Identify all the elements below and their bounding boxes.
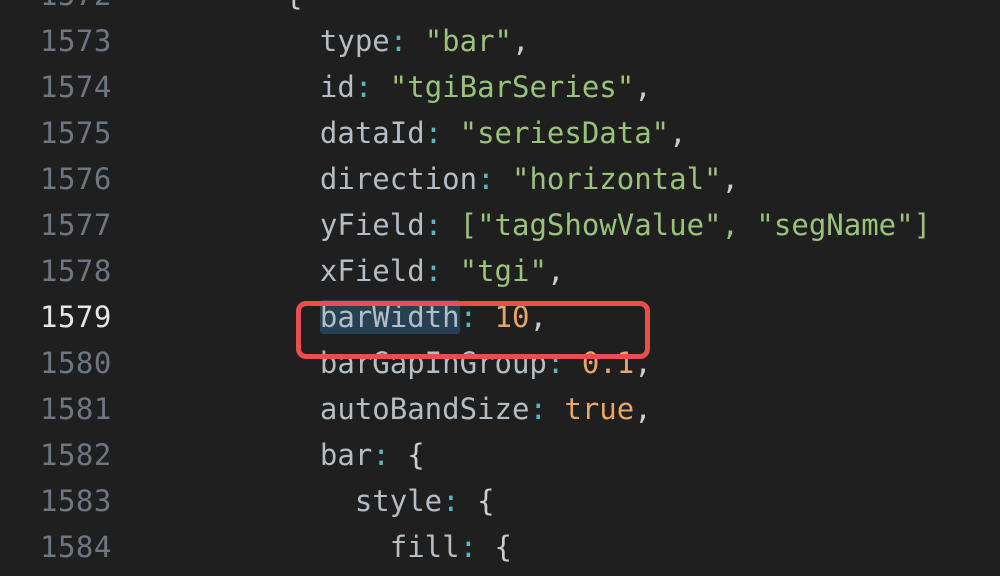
selected-property-key: barWidth (319, 300, 460, 334)
code-text: yField: ["tagShowValue", "segName"] (285, 202, 931, 248)
punctuation: , (634, 392, 652, 426)
property-key: autoBandSize (319, 392, 530, 426)
punctuation: , (634, 346, 652, 380)
line-number: 1575 (40, 116, 112, 150)
colon: : (459, 530, 478, 564)
code-text: fill: { (285, 524, 512, 570)
colon: : (477, 162, 495, 196)
line-number: 1580 (40, 346, 112, 380)
code-text: xField: "tgi", (285, 248, 564, 294)
line-number: 1573 (40, 24, 112, 58)
code-line[interactable]: 1583 style: { (0, 478, 1000, 524)
punctuation: { (477, 530, 512, 564)
property-key: dataId (319, 116, 425, 150)
code-text: { (285, 0, 302, 18)
property-value: "tgi" (459, 254, 547, 288)
colon: : (529, 392, 547, 426)
property-key: type (319, 24, 390, 58)
code-line[interactable]: 1582 bar: { (0, 432, 1000, 478)
colon: : (424, 254, 443, 288)
property-value: 0.1 (581, 346, 635, 380)
code-lines: 1572{1573 type: "bar",1574 id: "tgiBarSe… (0, 0, 1000, 570)
punctuation: , (546, 254, 565, 288)
colon: : (424, 208, 443, 242)
property-key: barGapInGroup (319, 346, 547, 380)
property-value: "horizontal" (512, 162, 722, 196)
code-text: barGapInGroup: 0.1, (285, 340, 652, 386)
property-key: xField (319, 254, 425, 288)
punctuation: { (459, 484, 495, 518)
colon: : (389, 24, 408, 58)
colon: : (459, 300, 478, 334)
code-text: bar: { (285, 432, 425, 478)
code-text: barWidth: 10, (285, 294, 547, 340)
punctuation: , (721, 162, 739, 196)
property-value: "seriesData" (459, 116, 670, 150)
property-value: ["tagShowValue", "segName"] (459, 208, 932, 242)
code-line[interactable]: 1579 barWidth: 10, (0, 294, 1000, 340)
colon: : (424, 116, 443, 150)
line-number: 1584 (40, 530, 112, 564)
code-line[interactable]: 1575 dataId: "seriesData", (0, 110, 1000, 156)
property-key: id (319, 70, 355, 104)
code-text: type: "bar", (285, 18, 530, 64)
code-text: id: "tgiBarSeries", (285, 64, 652, 110)
code-text: dataId: "seriesData", (285, 110, 687, 156)
property-key: bar (319, 438, 373, 472)
code-line[interactable]: 1572 { (0, 0, 1000, 18)
line-number: 1582 (40, 438, 112, 472)
line-number: 1583 (40, 484, 112, 518)
line-number: 1578 (40, 254, 112, 288)
colon: : (546, 346, 565, 380)
line-number: 1581 (40, 392, 112, 426)
code-line[interactable]: 1578 xField: "tgi", (0, 248, 1000, 294)
code-editor[interactable]: 1572{1573 type: "bar",1574 id: "tgiBarSe… (0, 0, 1000, 576)
punctuation: , (512, 24, 530, 58)
code-text: autoBandSize: true, (285, 386, 652, 432)
code-line[interactable]: 1576 direction: "horizontal", (0, 156, 1000, 202)
line-number: 1574 (40, 70, 112, 104)
punctuation: , (529, 300, 547, 334)
line-number: 1577 (40, 208, 112, 242)
property-value: 10 (494, 300, 530, 334)
code-line[interactable]: 1580 barGapInGroup: 0.1, (0, 340, 1000, 386)
property-key: style (354, 484, 443, 518)
property-key: fill (389, 530, 460, 564)
colon: : (372, 438, 390, 472)
property-value: true (564, 392, 635, 426)
code-text: style: { (285, 478, 495, 524)
code-line[interactable]: 1574 id: "tgiBarSeries", (0, 64, 1000, 110)
property-value: "tgiBarSeries" (389, 70, 635, 104)
property-key: direction (319, 162, 478, 196)
code-text: direction: "horizontal", (285, 156, 739, 202)
punctuation: , (669, 116, 687, 150)
line-number: 1572 (40, 0, 120, 18)
line-number: 1576 (40, 162, 112, 196)
colon: : (442, 484, 460, 518)
punctuation: , (634, 70, 652, 104)
punctuation: { (389, 438, 425, 472)
property-key: yField (319, 208, 425, 242)
line-number: 1579 (40, 300, 112, 334)
property-value: "bar" (424, 24, 513, 58)
code-line[interactable]: 1581 autoBandSize: true, (0, 386, 1000, 432)
code-line[interactable]: 1577 yField: ["tagShowValue", "segName"] (0, 202, 1000, 248)
colon: : (354, 70, 373, 104)
punctuation: { (285, 0, 302, 12)
code-line[interactable]: 1573 type: "bar", (0, 18, 1000, 64)
code-line[interactable]: 1584 fill: { (0, 524, 1000, 570)
